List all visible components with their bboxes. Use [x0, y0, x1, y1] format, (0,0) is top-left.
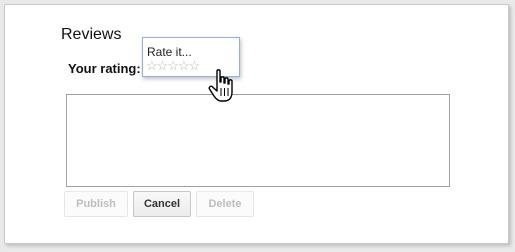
star-1-icon[interactable]: ☆ [146, 58, 158, 74]
star-3-icon[interactable]: ☆ [167, 58, 179, 74]
star-5-icon[interactable]: ☆ [189, 58, 201, 74]
star-2-icon[interactable]: ☆ [157, 58, 169, 74]
rate-it-label: Rate it... [147, 45, 192, 59]
your-rating-label: Your rating: [68, 61, 141, 76]
review-textarea[interactable] [66, 94, 450, 187]
cancel-button[interactable]: Cancel [133, 191, 191, 217]
hand-pointer-icon [208, 69, 233, 102]
star-4-icon[interactable]: ☆ [178, 58, 190, 74]
star-rating[interactable]: ☆☆☆☆☆ [146, 58, 201, 74]
delete-button[interactable]: Delete [196, 191, 254, 217]
reviews-panel: Reviews Your rating: Rate it... ☆☆☆☆☆ Pu… [4, 4, 509, 244]
reviews-title: Reviews [61, 26, 122, 43]
publish-button[interactable]: Publish [64, 191, 128, 217]
